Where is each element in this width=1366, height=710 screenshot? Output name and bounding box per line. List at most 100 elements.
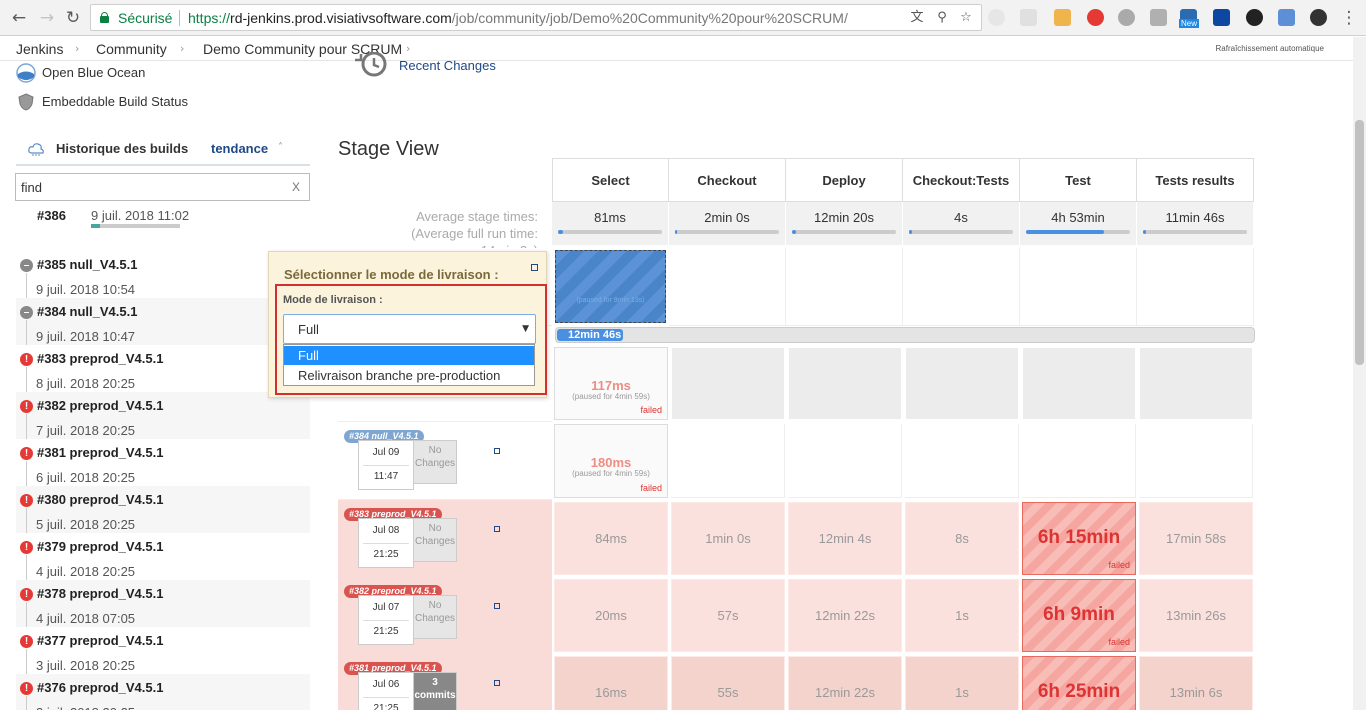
build-row[interactable]: ! #376 preprod_V4.5.1 2 juil. 2018 20:25 <box>16 674 310 710</box>
stage-cell <box>1022 424 1136 498</box>
build-row[interactable]: ! #378 preprod_V4.5.1 4 juil. 2018 07:05 <box>16 580 310 627</box>
breadcrumb-community[interactable]: Community <box>96 41 167 57</box>
changes-box[interactable]: 3 commits <box>413 672 457 710</box>
stage-cell[interactable]: 20ms <box>554 579 668 652</box>
stage-cell[interactable]: 6h 15min failed <box>1022 502 1136 575</box>
stage-cell <box>671 347 785 420</box>
zoom-icon[interactable]: ⚲ <box>934 10 950 26</box>
delivery-mode-select[interactable]: Full ▼ <box>283 314 536 344</box>
option-full[interactable]: Full <box>284 346 534 365</box>
bookmark-star-icon[interactable]: ☆ <box>958 10 974 26</box>
run-row[interactable]: #383 preprod_V4.5.1 Jul 08 21:25 No Changes <box>338 500 552 577</box>
close-icon[interactable] <box>531 264 538 271</box>
stage-cell[interactable]: 84ms <box>554 502 668 575</box>
stage-cell[interactable]: 6h 25min <box>1022 656 1136 710</box>
build-search-input[interactable] <box>21 179 281 195</box>
failed-status-icon: ! <box>20 588 33 601</box>
translate-icon[interactable]: 文 <box>909 10 925 26</box>
calendar-icon[interactable] <box>1278 9 1295 26</box>
changes-box[interactable]: No Changes <box>413 518 457 562</box>
extension-new-icon[interactable]: New <box>1179 9 1200 28</box>
build-number[interactable]: #384 null_V4.5.1 <box>37 304 137 319</box>
stage-cell[interactable]: 1s <box>905 656 1019 710</box>
extension-8-icon[interactable] <box>1213 9 1230 26</box>
build-row[interactable]: ! #381 preprod_V4.5.1 6 juil. 2018 20:25 <box>16 439 310 486</box>
info-icon[interactable] <box>494 603 500 609</box>
stage-cell[interactable]: 1s <box>905 579 1019 652</box>
build-row[interactable]: ! #380 preprod_V4.5.1 5 juil. 2018 20:25 <box>16 486 310 533</box>
stage-cell[interactable]: 13min 26s <box>1139 579 1253 652</box>
build-number[interactable]: #378 preprod_V4.5.1 <box>37 586 163 601</box>
open-blue-ocean-link[interactable]: Open Blue Ocean <box>16 63 216 85</box>
stage-cell[interactable]: 17min 58s <box>1139 502 1253 575</box>
extension-1-icon[interactable] <box>988 9 1005 26</box>
chevron-down-icon[interactable]: ▼ <box>522 324 529 334</box>
build-number[interactable]: #382 preprod_V4.5.1 <box>37 398 163 413</box>
history-clock-icon <box>355 52 387 77</box>
info-icon[interactable] <box>494 526 500 532</box>
build-row[interactable]: ! #383 preprod_V4.5.1 8 juil. 2018 20:25 <box>16 345 310 392</box>
build-number[interactable]: #376 preprod_V4.5.1 <box>37 680 163 695</box>
build-number[interactable]: #380 preprod_V4.5.1 <box>37 492 163 507</box>
build-number[interactable]: #377 preprod_V4.5.1 <box>37 633 163 648</box>
stage-cell[interactable]: 13min 6s <box>1139 656 1253 710</box>
trend-link[interactable]: tendance <box>211 141 268 156</box>
stage-cell[interactable]: 8s <box>905 502 1019 575</box>
build-row[interactable]: ! #379 preprod_V4.5.1 4 juil. 2018 20:25 <box>16 533 310 580</box>
stage-cell[interactable]: 12min 4s <box>788 502 902 575</box>
run-row[interactable]: #384 null_V4.5.1 Jul 09 11:47 No Changes <box>338 422 552 500</box>
stage-average: 4s <box>903 202 1020 245</box>
build-row-running[interactable]: #386 9 juil. 2018 11:02 <box>16 201 310 249</box>
failed-status-icon: ! <box>20 635 33 648</box>
stage-cell[interactable]: 16ms <box>554 656 668 710</box>
stage-duration: 13min 6s <box>1169 685 1223 700</box>
timeline-line <box>26 602 27 627</box>
stage-cell[interactable]: 12min 22s <box>788 656 902 710</box>
running-stage-cell[interactable]: (paused for 9min 13s) <box>555 250 666 323</box>
address-bar[interactable]: Sécurisé https://rd-jenkins.prod.visiati… <box>90 4 982 31</box>
extension-2-icon[interactable] <box>1020 9 1037 26</box>
extension-3-icon[interactable] <box>1054 9 1071 26</box>
run-row[interactable]: #381 preprod_V4.5.1 Jul 06 21:25 3 commits <box>338 654 552 710</box>
build-row[interactable]: – #384 null_V4.5.1 9 juil. 2018 10:47 <box>16 298 310 345</box>
build-number[interactable]: #379 preprod_V4.5.1 <box>37 539 163 554</box>
back-icon[interactable]: ← <box>9 8 29 28</box>
recent-changes-link[interactable]: Recent Changes <box>399 58 496 73</box>
build-number[interactable]: #381 preprod_V4.5.1 <box>37 445 163 460</box>
build-number[interactable]: #383 preprod_V4.5.1 <box>37 351 163 366</box>
reload-icon[interactable]: ↻ <box>63 8 83 28</box>
stage-cell[interactable]: 12min 22s <box>788 579 902 652</box>
info-icon[interactable] <box>494 448 500 454</box>
build-number[interactable]: #386 <box>37 208 66 223</box>
stage-cell[interactable]: 180ms (paused for 4min 59s) failed <box>554 424 668 498</box>
stage-cell[interactable]: 117ms (paused for 4min 59s) failed <box>554 347 668 420</box>
breadcrumb-jenkins[interactable]: Jenkins <box>16 41 63 57</box>
changes-box[interactable]: No Changes <box>413 440 457 484</box>
auto-refresh-link[interactable]: Rafraîchissement automatique <box>1216 44 1325 53</box>
stage-cell[interactable]: 57s <box>671 579 785 652</box>
option-relivraison[interactable]: Relivraison branche pre-production <box>284 366 534 385</box>
changes-label: No Changes <box>414 445 456 469</box>
stage-cell[interactable]: 6h 9min failed <box>1022 579 1136 652</box>
stage-cell[interactable]: 55s <box>671 656 785 710</box>
clear-search-button[interactable]: X <box>292 180 300 194</box>
opera-icon[interactable] <box>1087 9 1104 26</box>
stage-cell[interactable]: 1min 0s <box>671 502 785 575</box>
menu-kebab-icon[interactable]: ⋮ <box>1339 8 1359 28</box>
build-row[interactable]: ! #382 preprod_V4.5.1 7 juil. 2018 20:25 <box>16 392 310 439</box>
extension-6-icon[interactable] <box>1150 9 1167 26</box>
changes-box[interactable]: No Changes <box>413 595 457 639</box>
extension-11-icon[interactable] <box>1310 9 1327 26</box>
scrollbar-thumb[interactable] <box>1355 120 1364 365</box>
extension-5-icon[interactable] <box>1118 9 1135 26</box>
run-row[interactable]: #382 preprod_V4.5.1 Jul 07 21:25 No Changes <box>338 577 552 654</box>
build-row[interactable]: – #385 null_V4.5.1 9 juil. 2018 10:54 <box>16 251 310 298</box>
url-text[interactable]: https://rd-jenkins.prod.visiativsoftware… <box>188 10 848 26</box>
build-row[interactable]: ! #377 preprod_V4.5.1 3 juil. 2018 20:25 <box>16 627 310 674</box>
build-number[interactable]: #385 null_V4.5.1 <box>37 257 137 272</box>
embeddable-build-status-link[interactable]: Embeddable Build Status <box>16 92 236 114</box>
info-icon[interactable] <box>494 680 500 686</box>
extension-9-icon[interactable] <box>1246 9 1263 26</box>
chevron-up-icon[interactable]: ˄ <box>278 142 283 153</box>
forward-icon[interactable]: → <box>37 8 57 28</box>
